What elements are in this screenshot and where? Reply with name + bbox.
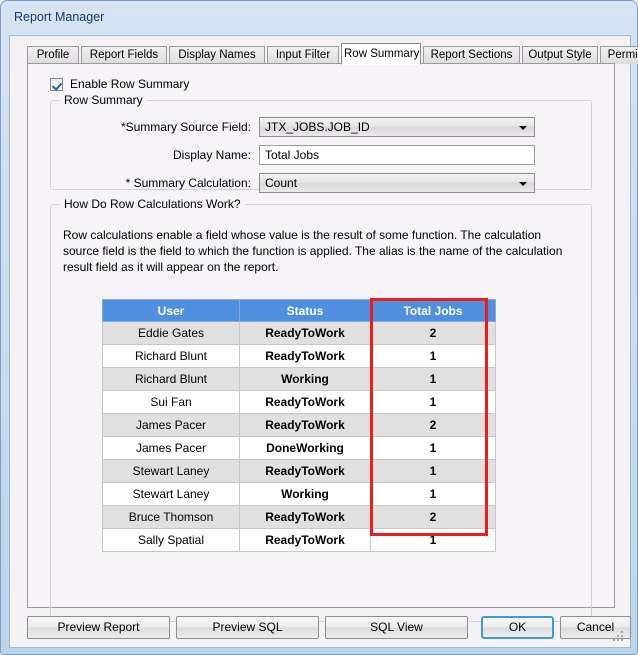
cell-status: ReadyToWork	[239, 459, 371, 483]
column-header-total-jobs: Total Jobs	[370, 299, 496, 322]
example-table: User Status Total Jobs Eddie Gates ReadyT…	[102, 299, 496, 552]
table-row: Sally Spatial ReadyToWork 1	[102, 528, 496, 552]
chevron-down-icon	[519, 182, 527, 186]
cell-total: 1	[370, 482, 496, 506]
cell-status: ReadyToWork	[239, 390, 371, 414]
preview-report-button[interactable]: Preview Report	[27, 616, 170, 639]
cell-total: 1	[370, 528, 496, 552]
tab-input-filter[interactable]: Input Filter	[267, 46, 339, 64]
chevron-down-icon	[519, 126, 527, 130]
cell-user: Sally Spatial	[102, 528, 240, 552]
cell-status: ReadyToWork	[239, 413, 371, 437]
enable-row-summary-checkbox[interactable]: Enable Row Summary	[50, 76, 189, 92]
cell-total: 1	[370, 367, 496, 391]
cell-total: 1	[370, 344, 496, 368]
cell-total: 2	[370, 321, 496, 345]
enable-row-summary-label: Enable Row Summary	[70, 77, 190, 91]
tab-report-fields[interactable]: Report Fields	[81, 46, 167, 64]
cell-total: 1	[370, 390, 496, 414]
row-summary-groupbox: Row Summary *Summary Source Field: JTX_J…	[50, 93, 592, 193]
column-header-user: User	[102, 299, 240, 322]
dialog-client-area: Profile Report Fields Display Names Input F…	[9, 35, 638, 648]
column-header-status: Status	[239, 299, 371, 322]
tab-output-style[interactable]: Output Style	[522, 46, 598, 64]
table-body: Eddie Gates ReadyToWork 2 Richard Blunt Read…	[102, 321, 496, 552]
checkmark-icon	[50, 77, 63, 91]
cell-user: Stewart Laney	[102, 482, 240, 506]
summary-calculation-label: * Summary Calculation:	[125, 176, 251, 190]
table-row: James Pacer ReadyToWork 2	[102, 413, 496, 437]
help-text: Row calculations enable a field whose va…	[63, 228, 563, 274]
table-row: Stewart Laney Working 1	[102, 482, 496, 506]
cell-status: Working	[239, 482, 371, 506]
summary-source-field-combo[interactable]: JTX_JOBS.JOB_ID	[259, 117, 535, 137]
preview-sql-button[interactable]: Preview SQL	[176, 616, 319, 639]
row-summary-groupbox-caption: Row Summary	[60, 93, 147, 107]
cell-user: Stewart Laney	[102, 459, 240, 483]
cell-total: 2	[370, 505, 496, 529]
tab-display-names[interactable]: Display Names	[169, 46, 265, 64]
table-row: Stewart Laney ReadyToWork 1	[102, 459, 496, 483]
cell-total: 1	[370, 459, 496, 483]
window-title: Report Manager	[14, 10, 105, 24]
table-row: Sui Fan ReadyToWork 1	[102, 390, 496, 414]
cell-user: Bruce Thomson	[102, 505, 240, 529]
tab-report-sections[interactable]: Report Sections	[423, 46, 520, 64]
report-manager-window: Report Manager Profile Report Fields Displ…	[0, 0, 638, 655]
sql-view-button[interactable]: SQL View	[325, 616, 468, 639]
summary-calculation-combo[interactable]: Count	[259, 173, 535, 193]
ok-button[interactable]: OK	[481, 616, 554, 639]
cell-user: Richard Blunt	[102, 344, 240, 368]
tab-permissions[interactable]: Permissions	[600, 46, 638, 64]
tab-profile[interactable]: Profile	[27, 46, 79, 64]
cell-status: ReadyToWork	[239, 505, 371, 529]
tab-row-summary[interactable]: Row Summary	[341, 43, 421, 65]
display-name-label: Display Name:	[172, 148, 251, 162]
cell-user: James Pacer	[102, 413, 240, 437]
display-name-input[interactable]: Total Jobs	[259, 145, 535, 165]
display-name-value: Total Jobs	[265, 148, 320, 162]
cell-status: Working	[239, 367, 371, 391]
cell-status: ReadyToWork	[239, 344, 371, 368]
help-groupbox: How Do Row Calculations Work? Row calcul…	[50, 197, 592, 622]
tab-strip: Profile Report Fields Display Names Input F…	[27, 43, 638, 65]
summary-source-field-value: JTX_JOBS.JOB_ID	[265, 120, 370, 134]
cell-total: 1	[370, 436, 496, 460]
table-row: Eddie Gates ReadyToWork 2	[102, 321, 496, 345]
summary-source-field-label: *Summary Source Field:	[120, 120, 251, 134]
cell-status: ReadyToWork	[239, 321, 371, 345]
table-header-row: User Status Total Jobs	[102, 299, 496, 322]
resize-grip-icon[interactable]	[613, 631, 625, 643]
tab-page-row-summary: Enable Row Summary Row Summary *Summary …	[27, 63, 615, 622]
table-row: James Pacer DoneWorking 1	[102, 436, 496, 460]
cell-user: Richard Blunt	[102, 367, 240, 391]
table-row: Richard Blunt Working 1	[102, 367, 496, 391]
cell-status: DoneWorking	[239, 436, 371, 460]
summary-calculation-value: Count	[265, 176, 298, 190]
cell-user: Eddie Gates	[102, 321, 240, 345]
cell-status: ReadyToWork	[239, 528, 371, 552]
cell-total: 2	[370, 413, 496, 437]
cell-user: Sui Fan	[102, 390, 240, 414]
table-row: Richard Blunt ReadyToWork 1	[102, 344, 496, 368]
table-row: Bruce Thomson ReadyToWork 2	[102, 505, 496, 529]
cell-user: James Pacer	[102, 436, 240, 460]
help-groupbox-caption: How Do Row Calculations Work?	[60, 197, 245, 211]
window-titlebar: Report Manager	[1, 1, 638, 35]
